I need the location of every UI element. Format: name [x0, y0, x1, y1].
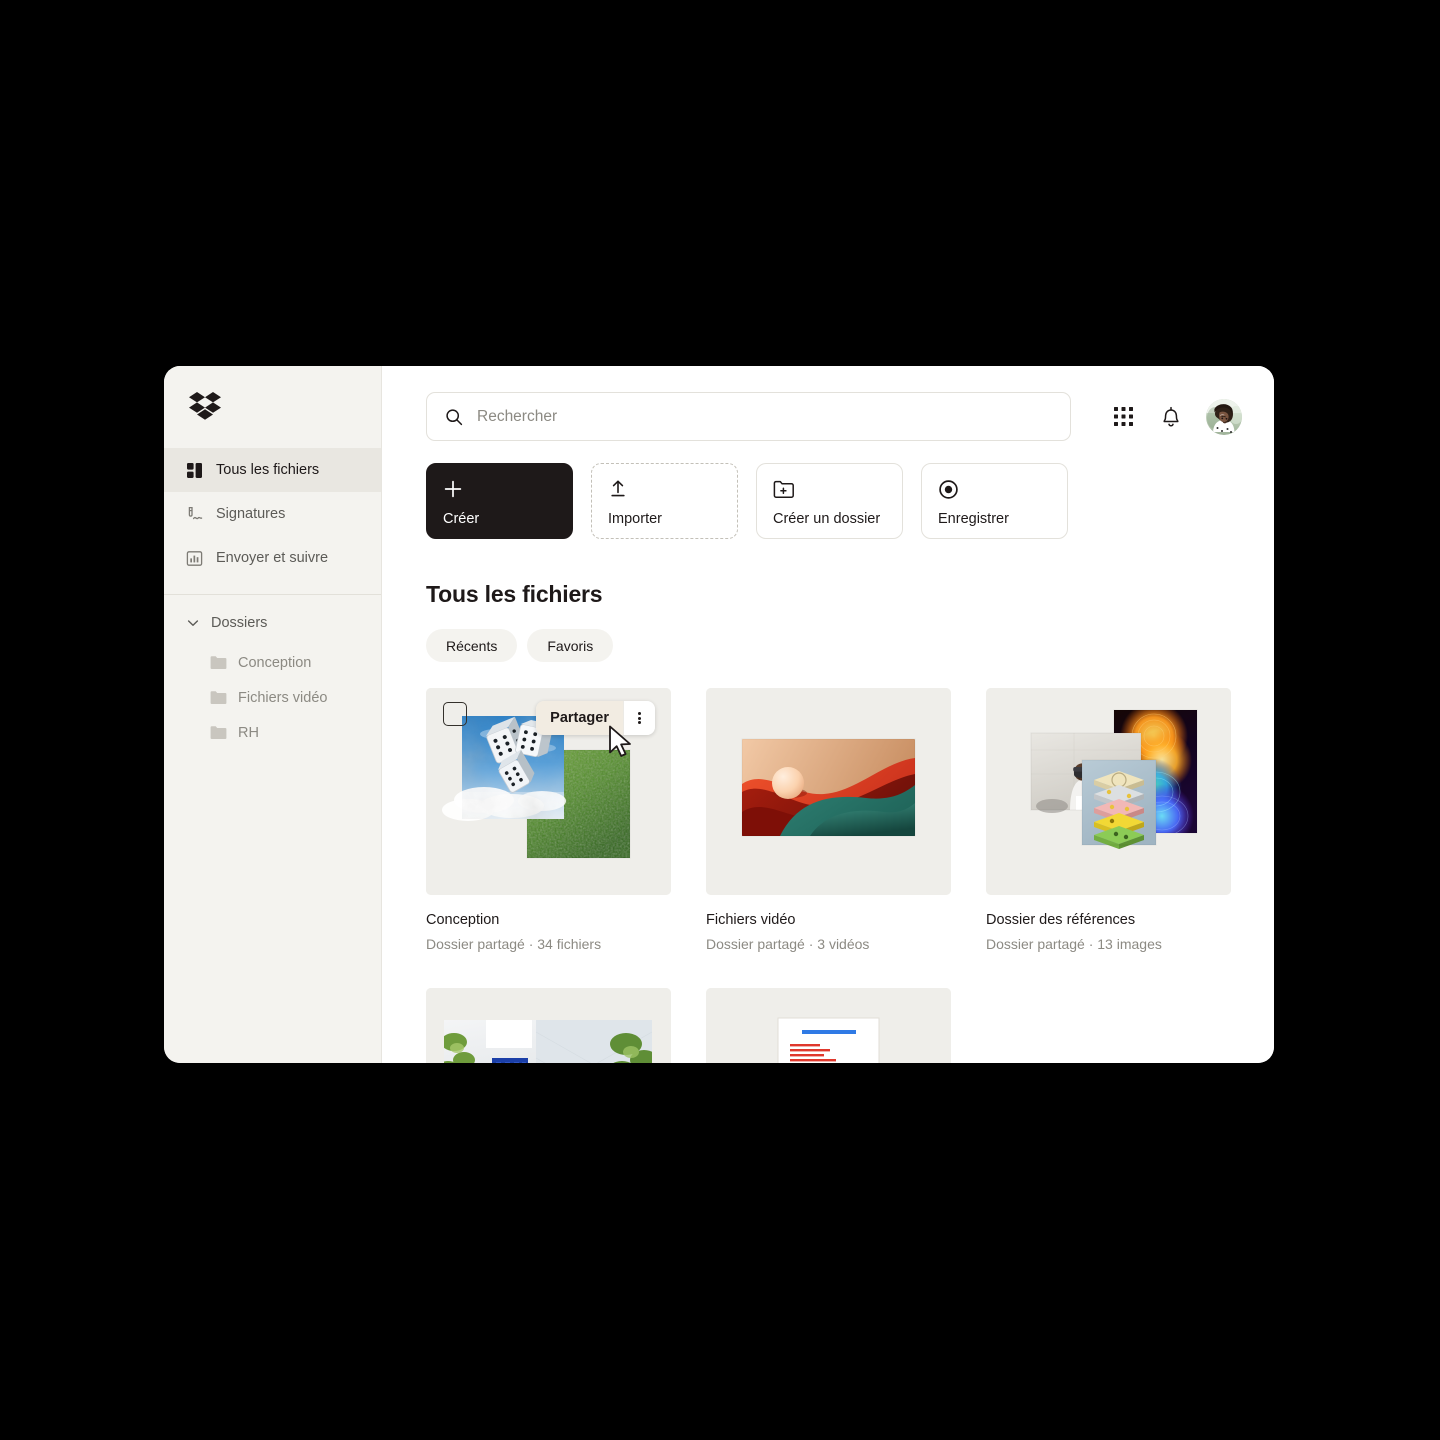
- send-track-icon: [186, 550, 203, 567]
- folder-plus-icon: [773, 478, 886, 500]
- top-bar: [382, 366, 1274, 441]
- avatar[interactable]: [1206, 398, 1242, 435]
- app-window: Tous les fichiers Signatures Envoyer et …: [164, 366, 1274, 1063]
- file-card-name: Dossier des références: [986, 912, 1136, 928]
- sidebar-folder-label: RH: [238, 724, 259, 741]
- file-thumbnail: [986, 688, 1231, 895]
- chip-recents[interactable]: Récents: [426, 629, 518, 662]
- sidebar: Tous les fichiers Signatures Envoyer et …: [164, 366, 382, 1063]
- search-box[interactable]: [426, 392, 1071, 441]
- record-button-label: Enregistrer: [938, 510, 1009, 527]
- signature-icon: [186, 506, 203, 523]
- sidebar-item-all-files[interactable]: Tous les fichiers: [164, 448, 381, 492]
- search-icon: [445, 408, 463, 426]
- sidebar-folder-label: Fichiers vidéo: [238, 689, 328, 706]
- sidebar-nav: Tous les fichiers Signatures Envoyer et …: [164, 448, 381, 580]
- sidebar-folder-conception[interactable]: Conception: [164, 645, 381, 680]
- file-hover-actions: Partager: [536, 701, 655, 735]
- page-title: Tous les fichiers: [426, 581, 603, 607]
- file-card-row2-1[interactable]: [426, 988, 671, 1063]
- file-thumbnail: [426, 988, 671, 1063]
- file-card-name: Fichiers vidéo: [706, 912, 796, 928]
- brand-area: [164, 366, 381, 448]
- file-card-row2-3-empty: [986, 988, 1231, 1063]
- chevron-down-icon: [186, 616, 200, 630]
- sidebar-divider: [164, 594, 381, 595]
- file-card-conception[interactable]: Partager Conception Dossier partagé · 34…: [426, 688, 671, 953]
- file-grid: Partager Conception Dossier partagé · 34…: [382, 662, 1274, 953]
- import-button-label: Importer: [608, 510, 662, 527]
- create-button-label: Créer: [443, 510, 480, 527]
- share-button[interactable]: Partager: [536, 701, 623, 735]
- main-content: Créer Importer: [382, 366, 1274, 1063]
- sidebar-folder-fichiers-video[interactable]: Fichiers vidéo: [164, 680, 381, 715]
- upload-icon: [608, 478, 721, 500]
- topbar-actions: [1076, 398, 1242, 435]
- folder-icon: [210, 725, 227, 740]
- quick-actions: Créer Importer Créer un dossier Enregist…: [382, 441, 1274, 539]
- grid-apps-icon[interactable]: [1110, 404, 1136, 430]
- create-button[interactable]: Créer: [426, 463, 573, 539]
- create-folder-button[interactable]: Créer un dossier: [756, 463, 903, 539]
- filter-chips: Récents Favoris: [382, 608, 1274, 662]
- file-card-dossier-des-references[interactable]: Dossier des références Dossier partagé ·…: [986, 688, 1231, 953]
- document-preview-art: [706, 988, 951, 1063]
- record-icon: [938, 478, 1051, 500]
- sidebar-folders-toggle[interactable]: Dossiers: [164, 601, 381, 645]
- file-card-meta: Dossier partagé · 34 fichiers: [426, 936, 602, 953]
- sidebar-item-label: Signatures: [216, 505, 286, 522]
- folder-icon: [210, 655, 227, 670]
- record-button[interactable]: Enregistrer: [921, 463, 1068, 539]
- chip-favorites[interactable]: Favoris: [527, 629, 614, 662]
- file-card-fichiers-video[interactable]: Fichiers vidéo Dossier partagé · 3 vidéo…: [706, 688, 951, 953]
- sidebar-item-label: Envoyer et suivre: [216, 549, 329, 566]
- abstract-red-teal-wave-art: [706, 688, 951, 895]
- white-architecture-blue-door-art: [426, 988, 671, 1063]
- file-grid-row-2: [382, 953, 1274, 1063]
- search-input[interactable]: [477, 407, 1052, 426]
- file-card-name: Conception: [426, 912, 500, 928]
- reference-images-stack-art: [986, 688, 1231, 895]
- more-vertical-icon[interactable]: [623, 701, 655, 735]
- file-thumbnail: [706, 988, 951, 1063]
- file-card-meta: Dossier partagé · 13 images: [986, 936, 1162, 953]
- all-files-icon: [186, 462, 203, 479]
- file-select-checkbox[interactable]: [443, 702, 467, 726]
- sidebar-item-label: Tous les fichiers: [216, 461, 320, 478]
- file-thumbnail: [706, 688, 951, 895]
- sidebar-item-signatures[interactable]: Signatures: [164, 492, 381, 536]
- file-thumbnail: Partager: [426, 688, 671, 895]
- folder-icon: [210, 690, 227, 705]
- dropbox-logo-icon[interactable]: [189, 392, 221, 422]
- sidebar-folder-label: Conception: [238, 654, 312, 671]
- sidebar-folders-label: Dossiers: [211, 615, 268, 631]
- sidebar-folder-rh[interactable]: RH: [164, 715, 381, 750]
- sidebar-item-send-and-track[interactable]: Envoyer et suivre: [164, 536, 381, 580]
- file-card-row2-2[interactable]: [706, 988, 951, 1063]
- file-card-meta: Dossier partagé · 3 vidéos: [706, 936, 870, 953]
- plus-icon: [443, 478, 556, 500]
- bell-icon[interactable]: [1158, 404, 1184, 430]
- import-button[interactable]: Importer: [591, 463, 738, 539]
- create-folder-button-label: Créer un dossier: [773, 510, 881, 527]
